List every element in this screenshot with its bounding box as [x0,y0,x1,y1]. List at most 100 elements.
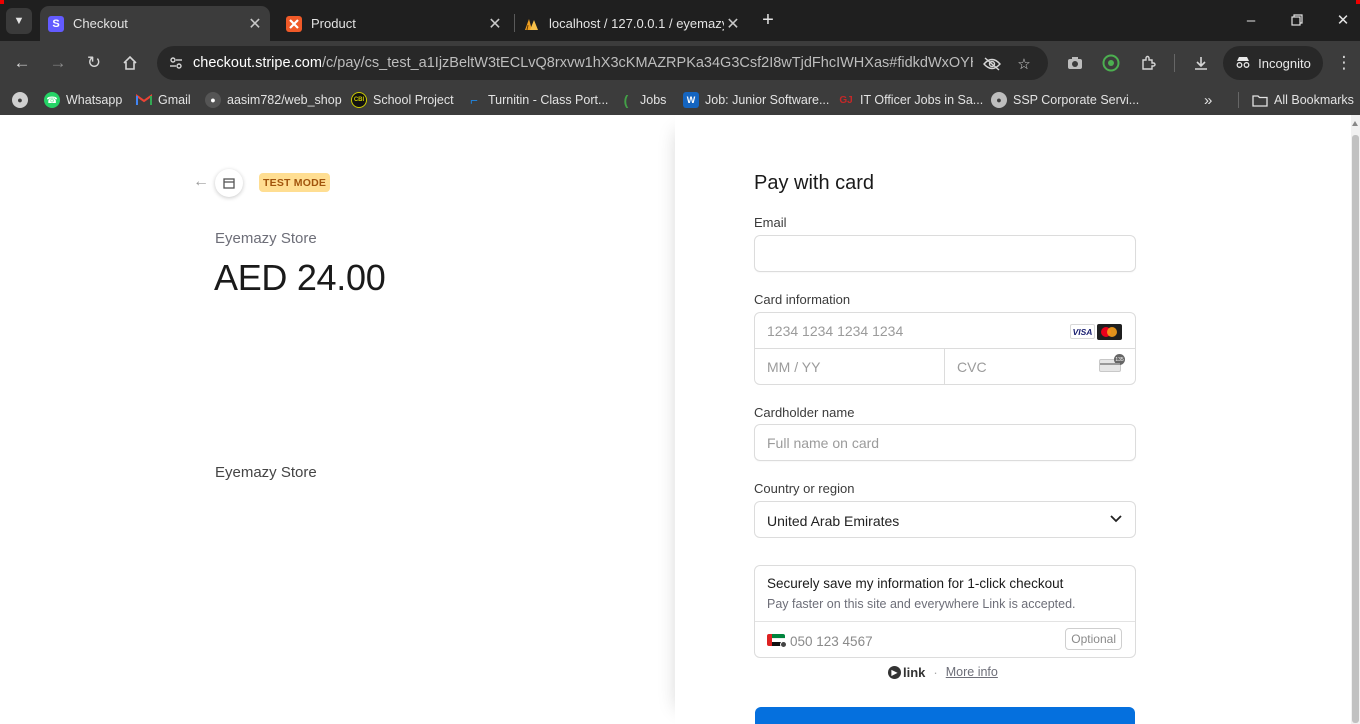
site-info-icon[interactable] [165,52,187,74]
screen-corner-marker [1356,0,1360,4]
order-amount: AED 24.00 [214,257,386,298]
browser-toolbar: ← → ↻ checkout.stripe.com/c/pay/cs_test_… [0,41,1360,85]
new-tab-button[interactable]: + [757,9,779,31]
more-info-link[interactable]: More info [946,665,998,679]
cvc-icon-text: 135 [1114,354,1125,365]
folder-icon [1252,92,1268,108]
expiry-field[interactable] [755,349,945,384]
reload-icon[interactable]: ↻ [82,51,106,75]
bookmark-it-officer[interactable]: GJ IT Officer Jobs in Sa... [838,91,983,109]
phpmyadmin-favicon-icon [524,16,540,32]
w-icon: W [683,92,699,108]
incognito-badge[interactable]: Incognito [1223,46,1323,80]
product-image: Eyemazy Store [215,464,317,481]
restore-icon[interactable] [1286,9,1308,31]
extension-green-icon[interactable] [1099,51,1123,75]
scrollbar-thumb[interactable] [1352,135,1359,723]
back-icon[interactable]: ← [10,51,34,75]
jobs-icon: ( [623,92,629,108]
link-play-icon: ▶ [888,665,901,679]
country-select[interactable]: United Arab Emirates [754,501,1136,538]
school-icon: CBI [351,92,367,108]
bookmark-junior-software[interactable]: W Job: Junior Software... [683,91,829,109]
pay-with-card-heading: Pay with card [754,172,875,194]
close-tab-icon[interactable]: ✕ [246,15,264,33]
checkout-page: ← TEST MODE Eyemazy Store AED 24.00 Eyem… [0,115,1351,724]
cardholder-name-field[interactable] [754,424,1136,461]
email-field[interactable] [754,235,1136,272]
extensions-puzzle-icon[interactable] [1136,51,1160,75]
store-icon[interactable] [215,169,243,197]
bookmark-ssp-corporate[interactable]: ● SSP Corporate Servi... [991,91,1139,109]
bookmarks-apps-icon[interactable]: ● [12,91,34,109]
bookmark-label: aasim782/web_shop [227,93,342,107]
home-icon[interactable] [118,51,142,75]
email-input[interactable] [755,236,1135,271]
turnitin-icon: ⌐ [470,92,478,108]
card-number-field[interactable]: VISA [755,313,1135,349]
more-bookmarks-icon[interactable]: » [1204,91,1212,109]
download-icon[interactable] [1189,51,1213,75]
bookmark-github[interactable]: ● aasim782/web_shop [205,91,342,109]
expiry-input[interactable] [755,349,944,384]
link-footer-separator: · [933,664,938,680]
tab-phpmyadmin[interactable]: localhost / 127.0.0.1 / eyemazy ✕ [516,6,748,41]
back-arrow-icon[interactable]: ← [192,173,210,191]
chevron-down-icon [1108,511,1124,527]
country-label: Country or region [754,481,855,496]
minimize-icon[interactable]: – [1240,9,1262,31]
test-mode-badge: TEST MODE [259,173,331,192]
link-save-subtitle: Pay faster on this site and everywhere L… [767,597,1076,611]
bookmarks-divider [1238,92,1239,108]
incognito-icon [1235,55,1251,72]
tab-product[interactable]: Product ✕ [278,6,510,41]
country-value: United Arab Emirates [767,513,900,529]
camera-icon[interactable] [1063,51,1087,75]
mastercard-icon [1097,324,1122,340]
scroll-up-arrow-icon[interactable] [1352,121,1358,126]
tab-search-button[interactable]: ▼ [6,8,32,34]
bookmark-label: Jobs [640,93,667,107]
close-tab-icon[interactable]: ✕ [724,15,742,33]
cvc-card-icon: 135 [1099,354,1125,372]
bookmark-turnitin[interactable]: ⌐ Turnitin - Class Port... [466,91,608,109]
gj-icon: GJ [839,94,853,106]
url-text: checkout.stripe.com/c/pay/cs_test_a1IjzB… [193,55,973,71]
close-window-icon[interactable]: ✕ [1332,9,1354,31]
pay-button[interactable] [755,707,1135,724]
incognito-label: Incognito [1258,55,1311,71]
optional-badge: Optional [1065,628,1122,650]
whatsapp-icon: ☎ [44,92,60,108]
star-icon[interactable]: ☆ [1013,53,1035,75]
page-scrollbar[interactable] [1351,115,1360,724]
stripe-favicon-icon: S [48,15,64,32]
forward-icon[interactable]: → [46,51,70,75]
globe-icon: ● [991,92,1007,108]
bookmark-gmail[interactable]: Gmail [136,91,191,109]
bookmark-school-project[interactable]: CBI School Project [351,91,454,109]
bookmark-label: All Bookmarks [1274,93,1354,107]
gmail-icon [136,92,152,108]
toolbar-divider [1174,54,1175,72]
menu-kebab-icon[interactable]: ⋮ [1332,51,1356,75]
all-bookmarks-folder[interactable]: All Bookmarks [1252,91,1354,109]
cardholder-name-label: Cardholder name [754,405,855,420]
address-bar[interactable]: checkout.stripe.com/c/pay/cs_test_a1IjzB… [157,46,1048,80]
eye-off-icon[interactable] [981,53,1003,75]
github-icon: ● [205,92,221,108]
bookmark-jobs[interactable]: ( Jobs [618,91,667,109]
product-image-alt: Eyemazy Store [215,464,317,481]
bookmark-whatsapp[interactable]: ☎ Whatsapp [44,91,122,109]
cardholder-name-input[interactable] [755,425,1135,460]
phone-input[interactable] [790,632,1060,650]
globe-icon: ● [12,92,28,108]
bookmark-label: IT Officer Jobs in Sa... [860,93,984,107]
country-code-dropdown-icon[interactable] [780,641,787,648]
browser-tab-bar: ▼ S Checkout ✕ Product ✕ localhost / 127… [0,0,1360,41]
order-summary-pane: ← TEST MODE Eyemazy Store AED 24.00 Eyem… [0,115,675,724]
close-tab-icon[interactable]: ✕ [486,15,504,33]
cvc-field[interactable]: 135 [945,349,1135,384]
link-logo-text: link [903,664,926,680]
tab-checkout[interactable]: S Checkout ✕ [40,6,270,41]
bookmark-label: SSP Corporate Servi... [1013,93,1140,107]
